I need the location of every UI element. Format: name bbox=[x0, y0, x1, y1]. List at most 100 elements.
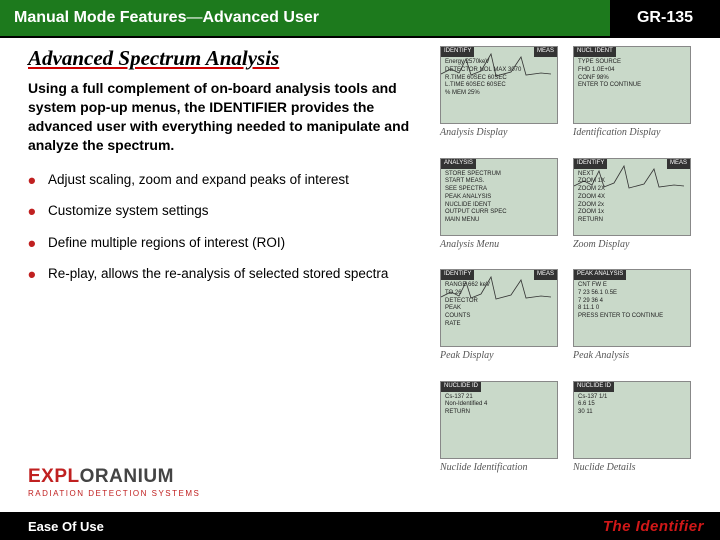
slide-body: Advanced Spectrum Analysis Using a full … bbox=[0, 38, 720, 488]
feature-list: Adjust scaling, zoom and expand peaks of… bbox=[28, 171, 428, 283]
thumbnail-caption: Identification Display bbox=[573, 127, 698, 138]
header-title: Manual Mode Features — Advanced User bbox=[0, 0, 610, 36]
intro-paragraph: Using a full complement of on-board anal… bbox=[28, 79, 428, 155]
screen-line: 6.6 15 bbox=[578, 401, 686, 409]
thumbnail-caption: Zoom Display bbox=[573, 239, 698, 250]
screen-content: Cs-137 21Non-Identified 4RETURN bbox=[445, 394, 553, 454]
screen-content: STORE SPECTRUMSTART MEAS.SEE SPECTRAPEAK… bbox=[445, 171, 553, 231]
screen-line: R.TIME 60SEC 60SEC bbox=[445, 75, 553, 83]
screen-line: 7 23 56.1 0.5E bbox=[578, 290, 686, 298]
screen-line: ENTER TO CONTINUE bbox=[578, 82, 686, 90]
screen-thumbnail: NUCLIDE ID Cs-137 21Non-Identified 4RETUR… bbox=[440, 381, 565, 489]
screen-tab-left: NUCLIDE ID bbox=[574, 382, 614, 392]
screen-thumbnail: IDENTIFYMEASEnergy 2570keVDETECTOR NOL M… bbox=[440, 46, 565, 154]
device-screen: NUCLIDE ID Cs-137 21Non-Identified 4RETUR… bbox=[440, 381, 558, 459]
screen-thumbnail: ANALYSIS STORE SPECTRUMSTART MEAS.SEE SPE… bbox=[440, 158, 565, 266]
device-screen: IDENTIFYMEASEnergy 2570keVDETECTOR NOL M… bbox=[440, 46, 558, 124]
section-subtitle: Advanced Spectrum Analysis bbox=[28, 46, 428, 71]
screen-thumbnail: PEAK ANALYSISCNT FW E7 23 56.1 0.5E7 29 … bbox=[573, 269, 698, 377]
screen-thumbnail: NUCL IDENT TYPE SOURCEFHD 1.0E+04CONF 98%… bbox=[573, 46, 698, 154]
device-screen: NUCLIDE ID Cs-137 1/1 6.6 15 30 11 bbox=[573, 381, 691, 459]
screen-line: ZOOM 1x bbox=[578, 209, 686, 217]
thumbnail-caption: Peak Display bbox=[440, 350, 565, 361]
device-screen: IDENTIFYMEASRANGE 662 keVTO 26DETECTORPE… bbox=[440, 269, 558, 347]
thumbnail-caption: Analysis Menu bbox=[440, 239, 565, 250]
screen-content: NEXTZOOM 1XZOOM 2XZOOM 4XZOOM 2xZOOM 1xR… bbox=[578, 171, 686, 231]
device-screen: NUCL IDENT TYPE SOURCEFHD 1.0E+04CONF 98%… bbox=[573, 46, 691, 124]
screen-line: MAIN MENU bbox=[445, 217, 553, 225]
screen-line: % MEM 25% bbox=[445, 90, 553, 98]
screen-thumbnail: NUCLIDE ID Cs-137 1/1 6.6 15 30 11 Nuclide… bbox=[573, 381, 698, 489]
screen-line: Non-Identified 4 bbox=[445, 401, 553, 409]
thumbnail-caption: Nuclide Details bbox=[573, 462, 698, 473]
list-item: Adjust scaling, zoom and expand peaks of… bbox=[28, 171, 428, 189]
screen-line: FHD 1.0E+04 bbox=[578, 67, 686, 75]
screen-line: CNT FW E bbox=[578, 282, 686, 290]
thumbnail-grid: IDENTIFYMEASEnergy 2570keVDETECTOR NOL M… bbox=[440, 46, 710, 488]
screen-line: 7 29 36 4 bbox=[578, 298, 686, 306]
screen-line: TO 26 bbox=[445, 290, 553, 298]
screen-line: START MEAS. bbox=[445, 178, 553, 186]
screen-content: Cs-137 1/1 6.6 15 30 11 bbox=[578, 394, 686, 454]
screen-line: TYPE SOURCE bbox=[578, 59, 686, 67]
screen-line: PEAK bbox=[445, 305, 553, 313]
thumbnail-caption: Nuclide Identification bbox=[440, 462, 565, 473]
screen-line: NUCLIDE IDENT bbox=[445, 202, 553, 210]
screen-line: ZOOM 2x bbox=[578, 202, 686, 210]
screen-tab-left: NUCLIDE ID bbox=[441, 382, 481, 392]
screen-line: 8 11.1 0 bbox=[578, 305, 686, 313]
footer-right: The Identifier bbox=[603, 518, 704, 535]
screen-line: RETURN bbox=[445, 409, 553, 417]
logo-text: EXPLORANIUM bbox=[28, 466, 200, 488]
screen-tab-left: NUCL IDENT bbox=[574, 47, 616, 57]
screen-line: Cs-137 1/1 bbox=[578, 394, 686, 402]
screen-line: Cs-137 21 bbox=[445, 394, 553, 402]
screen-line: PRESS ENTER TO CONTINUE bbox=[578, 313, 686, 321]
slide-header: Manual Mode Features — Advanced User GR-… bbox=[0, 0, 720, 38]
screen-line: STORE SPECTRUM bbox=[445, 171, 553, 179]
screen-thumbnail: IDENTIFYMEASRANGE 662 keVTO 26DETECTORPE… bbox=[440, 269, 565, 377]
logo-part-a: EXPL bbox=[28, 466, 80, 487]
brand-logo: EXPLORANIUM RADIATION DETECTION SYSTEMS bbox=[28, 466, 200, 498]
screen-line: DETECTOR NOL MAX 3070 bbox=[445, 67, 553, 75]
screen-thumbnail: IDENTIFYMEAS NEXTZOOM 1XZOOM 2XZOOM 4XZO… bbox=[573, 158, 698, 266]
list-item: Customize system settings bbox=[28, 202, 428, 220]
device-screen: IDENTIFYMEAS NEXTZOOM 1XZOOM 2XZOOM 4XZO… bbox=[573, 158, 691, 236]
screen-line: ZOOM 4X bbox=[578, 194, 686, 202]
screen-tab-left: ANALYSIS bbox=[441, 159, 476, 169]
screen-content: RANGE 662 keVTO 26DETECTORPEAKCOUNTSRATE bbox=[445, 282, 553, 342]
screen-line: SEE SPECTRA bbox=[445, 186, 553, 194]
device-screen: ANALYSIS STORE SPECTRUMSTART MEAS.SEE SPE… bbox=[440, 158, 558, 236]
screen-line: PEAK ANALYSIS bbox=[445, 194, 553, 202]
screen-line: L.TIME 60SEC 60SEC bbox=[445, 82, 553, 90]
screen-line: RANGE 662 keV bbox=[445, 282, 553, 290]
screen-line: Energy 2570keV bbox=[445, 59, 553, 67]
screen-line: COUNTS bbox=[445, 313, 553, 321]
screen-content: Energy 2570keVDETECTOR NOL MAX 3070R.TIM… bbox=[445, 59, 553, 119]
logo-tagline: RADIATION DETECTION SYSTEMS bbox=[28, 489, 200, 498]
screen-line: NEXT bbox=[578, 171, 686, 179]
title-sep: — bbox=[186, 9, 202, 27]
screen-line: CONF 98% bbox=[578, 75, 686, 83]
screen-line: 30 11 bbox=[578, 409, 686, 417]
list-item: Define multiple regions of interest (ROI… bbox=[28, 234, 428, 252]
title-bold: Manual Mode Features bbox=[14, 9, 186, 27]
screen-content: CNT FW E7 23 56.1 0.5E7 29 36 48 11.1 0P… bbox=[578, 282, 686, 342]
thumbnail-caption: Analysis Display bbox=[440, 127, 565, 138]
logo-part-b: ORANIUM bbox=[80, 466, 174, 487]
slide-footer: Ease Of Use The Identifier bbox=[0, 512, 720, 540]
screen-line: DETECTOR bbox=[445, 298, 553, 306]
screen-line: RETURN bbox=[578, 217, 686, 225]
footer-left: Ease Of Use bbox=[28, 519, 104, 534]
content-left: Advanced Spectrum Analysis Using a full … bbox=[0, 46, 440, 488]
model-badge: GR-135 bbox=[610, 0, 720, 36]
thumbnail-caption: Peak Analysis bbox=[573, 350, 698, 361]
screen-line: ZOOM 1X bbox=[578, 178, 686, 186]
screen-content: TYPE SOURCEFHD 1.0E+04CONF 98%ENTER TO C… bbox=[578, 59, 686, 119]
device-screen: PEAK ANALYSISCNT FW E7 23 56.1 0.5E7 29 … bbox=[573, 269, 691, 347]
screen-line: OUTPUT CURR SPEC bbox=[445, 209, 553, 217]
screen-line: ZOOM 2X bbox=[578, 186, 686, 194]
list-item: Re-play, allows the re-analysis of selec… bbox=[28, 265, 428, 283]
title-rest: Advanced User bbox=[202, 9, 319, 27]
screen-line: RATE bbox=[445, 321, 553, 329]
